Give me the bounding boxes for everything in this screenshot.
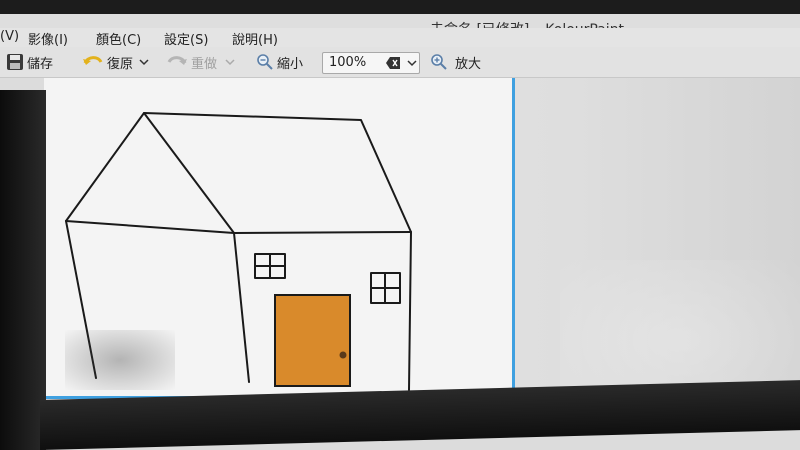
zoom-in-icon	[431, 54, 447, 70]
save-icon	[7, 54, 23, 70]
chevron-down-icon[interactable]	[225, 58, 235, 66]
middle-wall	[233, 232, 250, 383]
zoom-out-button[interactable]: 縮小	[256, 52, 303, 72]
menu-colors[interactable]: 顏色(C)	[96, 29, 141, 48]
eave-line	[65, 220, 412, 234]
menu-settings[interactable]: 設定(S)	[164, 29, 208, 48]
redo-label: 重做	[191, 56, 218, 72]
zoom-out-label: 縮小	[277, 56, 304, 72]
zoom-in-button[interactable]: 放大	[430, 52, 481, 72]
undo-icon	[83, 56, 103, 65]
redo-button[interactable]: 重做	[166, 52, 238, 72]
save-label: 儲存	[27, 56, 54, 72]
save-button[interactable]: 儲存	[6, 52, 53, 72]
zoom-in-label: 放大	[455, 56, 482, 72]
redo-icon	[167, 56, 187, 65]
right-wall	[408, 231, 412, 391]
clear-text-icon[interactable]	[385, 56, 401, 70]
menu-view[interactable]: (V)	[0, 29, 19, 44]
zoom-level-value: 100%	[329, 55, 367, 70]
title-bar	[0, 14, 800, 28]
undo-button[interactable]: 復原	[82, 52, 152, 72]
menu-help[interactable]: 說明(H)	[232, 29, 278, 48]
screen-reflection	[65, 330, 175, 390]
zoom-level-combo[interactable]: 100%	[322, 52, 420, 74]
door-knob	[339, 351, 347, 359]
menu-image[interactable]: 影像(I)	[28, 29, 68, 48]
zoom-out-icon	[257, 54, 273, 70]
door	[274, 294, 351, 387]
roof-ridge	[143, 112, 412, 233]
chevron-down-icon[interactable]	[139, 58, 149, 66]
left-gable-outline	[65, 112, 235, 234]
monitor-bezel-left	[0, 90, 46, 450]
undo-label: 復原	[107, 56, 134, 72]
chevron-down-icon[interactable]	[407, 56, 417, 70]
